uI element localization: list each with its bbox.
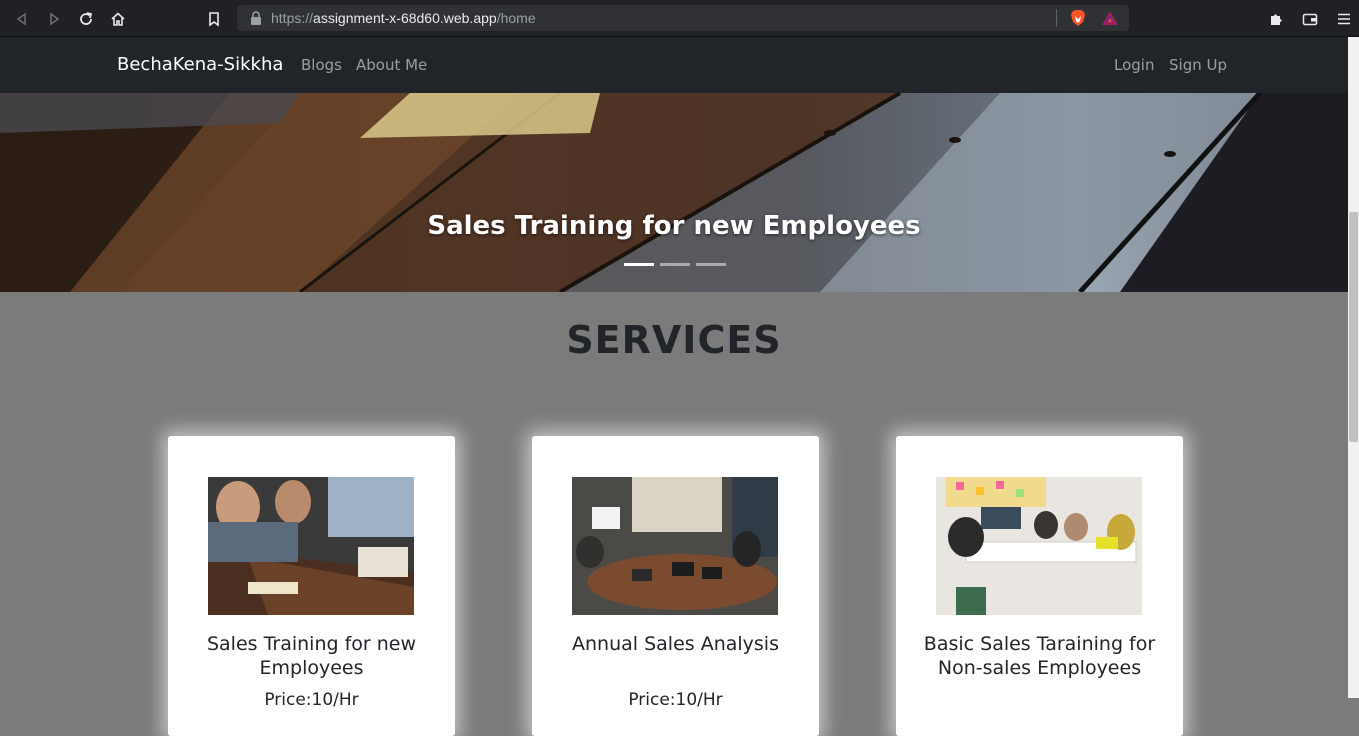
page-scrollbar[interactable] <box>1348 37 1359 698</box>
reload-icon[interactable] <box>75 8 97 30</box>
service-card-price: Price:10/Hr <box>264 690 359 710</box>
site-navbar: BechaKena-Sikkha Blogs About Me Login Si… <box>0 37 1348 93</box>
url-scheme: https:// <box>271 10 314 26</box>
scroll-thumb[interactable] <box>1349 212 1358 442</box>
carousel-indicators <box>624 263 726 266</box>
brand-logo[interactable]: BechaKena-Sikkha <box>117 54 283 75</box>
hero-carousel[interactable]: Sales Training for new Employees <box>0 93 1348 292</box>
service-card-image <box>936 477 1142 615</box>
url-path: /home <box>496 10 536 26</box>
services-heading: SERVICES <box>566 318 782 362</box>
service-card-image <box>208 477 414 615</box>
service-card-image <box>572 477 778 615</box>
address-bar[interactable]: https://assignment-x-68d60.web.app/home <box>237 5 1129 31</box>
forward-icon[interactable] <box>43 8 65 30</box>
lock-icon <box>251 11 261 25</box>
carousel-indicator-3[interactable] <box>696 263 726 266</box>
home-icon[interactable] <box>107 8 129 30</box>
brave-shield-icon[interactable] <box>1069 9 1087 27</box>
service-card-title: Basic Sales Taraining for Non-sales Empl… <box>923 633 1156 679</box>
rewards-icon[interactable] <box>1101 9 1119 27</box>
wallet-icon[interactable] <box>1299 8 1321 30</box>
back-icon[interactable] <box>11 8 33 30</box>
bookmark-icon[interactable] <box>203 8 225 30</box>
service-card-title: Annual Sales Analysis <box>572 633 779 655</box>
nav-link-blogs[interactable]: Blogs <box>301 56 342 74</box>
service-card-title: Sales Training for new Employees <box>206 633 417 679</box>
carousel-indicator-2[interactable] <box>660 263 690 266</box>
service-card-3[interactable]: Basic Sales Taraining for Non-sales Empl… <box>896 436 1183 736</box>
menu-icon[interactable] <box>1333 8 1355 30</box>
carousel-indicator-1[interactable] <box>624 263 654 266</box>
url-host: assignment-x-68d60.web.app <box>313 10 497 26</box>
signup-link[interactable]: Sign Up <box>1169 56 1227 74</box>
login-link[interactable]: Login <box>1114 56 1154 74</box>
extensions-icon[interactable] <box>1265 8 1287 30</box>
service-card-1[interactable]: Sales Training for new Employees Price:1… <box>168 436 455 736</box>
browser-toolbar: https://assignment-x-68d60.web.app/home <box>0 0 1359 37</box>
service-card-2[interactable]: Annual Sales Analysis Price:10/Hr <box>532 436 819 736</box>
service-card-price: Price:10/Hr <box>628 690 723 710</box>
url-separator <box>1056 9 1057 27</box>
hero-caption: Sales Training for new Employees <box>427 211 921 241</box>
nav-link-about[interactable]: About Me <box>356 56 427 74</box>
url-text: https://assignment-x-68d60.web.app/home <box>271 10 536 26</box>
